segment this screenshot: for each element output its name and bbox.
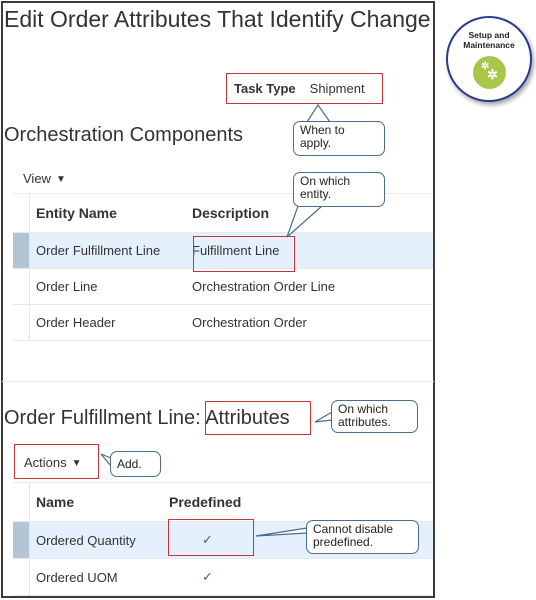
view-menu[interactable]: View ▼ <box>23 171 66 186</box>
section-divider <box>2 381 434 382</box>
row-gutter <box>13 269 30 304</box>
description-cell: Orchestration Order <box>192 315 307 330</box>
table-row[interactable]: Ordered UOM ✓ <box>13 559 433 596</box>
table-row[interactable]: Order Line Orchestration Order Line <box>13 269 433 305</box>
highlight-actions-menu <box>14 444 99 479</box>
checkmark-icon: ✓ <box>202 569 213 584</box>
task-type-label: Task Type <box>234 81 296 96</box>
row-gutter <box>13 233 30 268</box>
callout-on-which-attributes: On which attributes. <box>331 400 418 433</box>
entity-name-cell: Order Header <box>36 315 116 330</box>
attribute-name-cell: Ordered Quantity <box>36 532 136 548</box>
table-row[interactable]: Order Header Orchestration Order <box>13 305 433 341</box>
table-header-row: Name Predefined <box>13 482 433 522</box>
dropdown-triangle-icon: ▼ <box>55 174 66 185</box>
column-header-name[interactable]: Name <box>36 494 74 510</box>
attributes-title-prefix: Order Fulfillment Line: <box>4 407 201 429</box>
gears-icon: ✲ ✲ <box>473 56 506 89</box>
column-header-description[interactable]: Description <box>192 205 269 221</box>
orchestration-components-title: Orchestration Components <box>4 124 244 146</box>
row-gutter <box>13 194 30 232</box>
setup-and-maintenance-badge: Setup and Maintenance ✲ ✲ <box>446 16 532 102</box>
entity-name-cell: Order Fulfillment Line <box>36 243 161 258</box>
page-title: Edit Order Attributes That Identify Chan… <box>4 6 431 32</box>
callout-on-which-entity: On which entity. <box>293 172 385 207</box>
attribute-name-cell: Ordered UOM <box>36 569 118 585</box>
gear-icon: ✲ <box>487 67 498 82</box>
row-gutter <box>13 305 30 340</box>
callout-when-to-apply: When to apply. <box>293 121 385 156</box>
row-gutter <box>13 483 30 521</box>
badge-label: Setup and Maintenance <box>463 30 515 50</box>
task-type-field: Task Type Shipment <box>226 73 383 104</box>
column-header-predefined[interactable]: Predefined <box>169 494 241 510</box>
task-type-value: Shipment <box>309 81 365 96</box>
entity-name-cell: Order Line <box>36 279 98 294</box>
callout-cannot-disable-predefined: Cannot disable predefined. <box>306 520 419 554</box>
description-cell: Orchestration Order Line <box>192 279 336 294</box>
row-gutter <box>13 522 30 558</box>
callout-add: Add. <box>110 451 161 477</box>
row-gutter <box>13 559 30 595</box>
view-menu-label: View <box>23 171 51 186</box>
highlight-fulfillment-line <box>193 236 295 272</box>
column-header-entity-name[interactable]: Entity Name <box>36 205 117 221</box>
highlight-attributes-title <box>205 401 311 435</box>
highlight-predefined-check <box>168 519 254 556</box>
